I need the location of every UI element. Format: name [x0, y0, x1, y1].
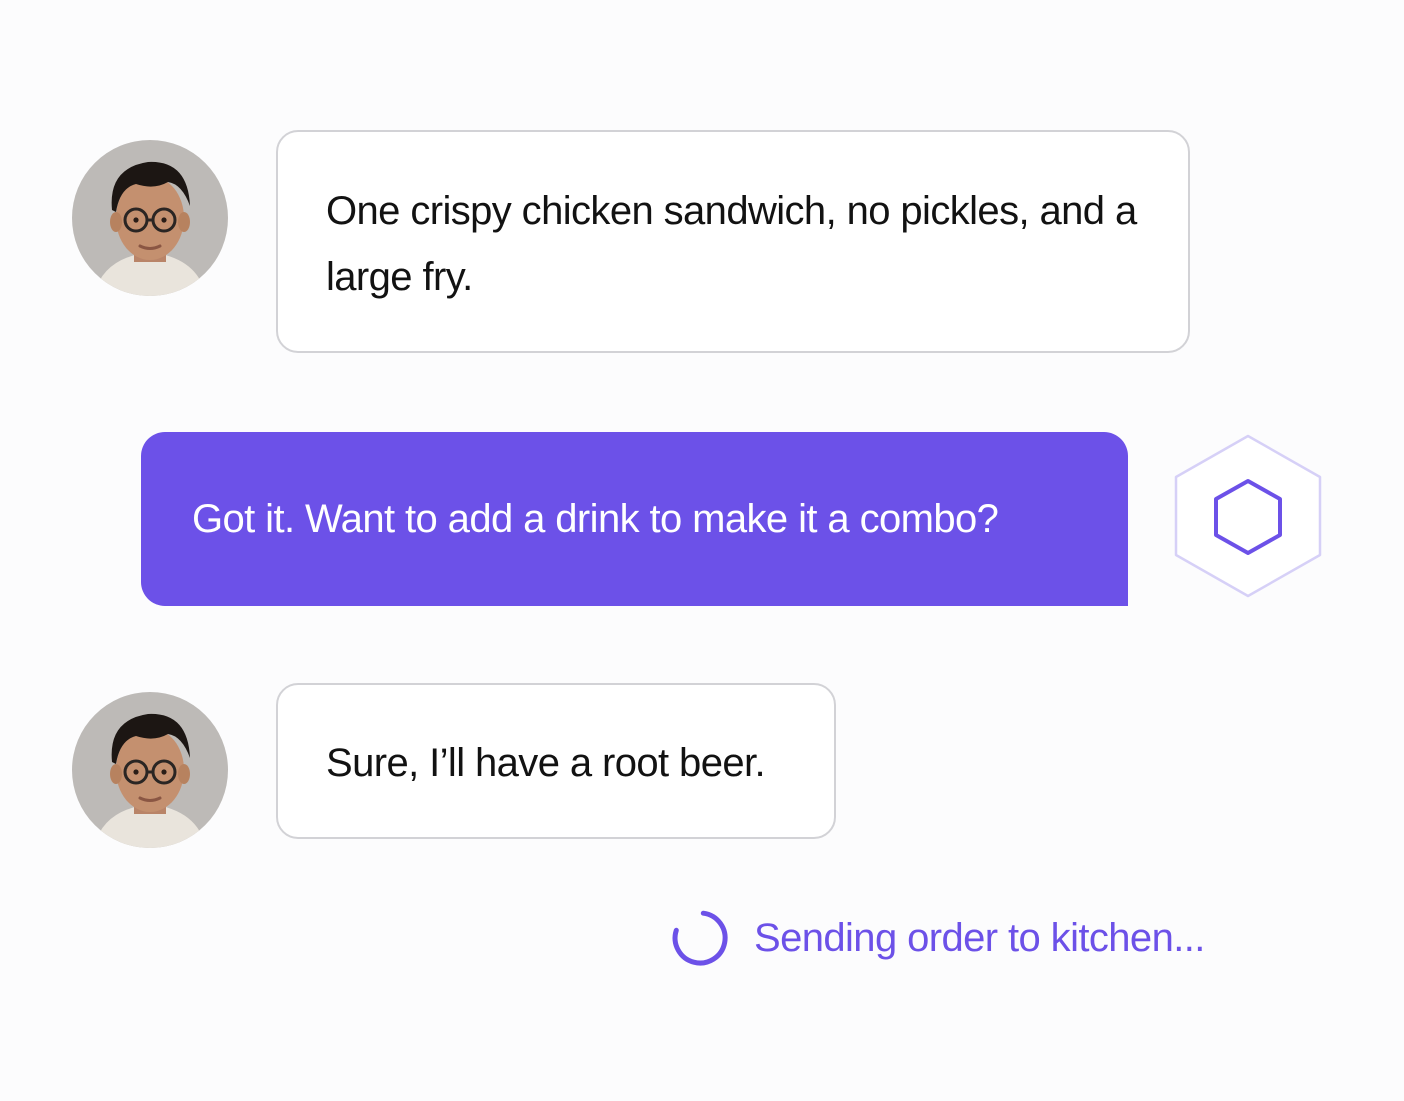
- message-text: One crispy chicken sandwich, no pickles,…: [326, 189, 1137, 299]
- customer-portrait: [72, 692, 228, 848]
- assistant-message-bubble: Got it. Want to add a drink to make it a…: [141, 432, 1128, 606]
- loading-spinner-icon: [672, 910, 728, 966]
- customer-message-bubble: One crispy chicken sandwich, no pickles,…: [276, 130, 1190, 353]
- customer-avatar: [72, 140, 228, 296]
- assistant-avatar: [1174, 434, 1322, 598]
- chat-screen: { "conversation": { "messages": [ {"send…: [0, 0, 1404, 1101]
- hexagon-icon: [1174, 434, 1322, 598]
- customer-portrait: [72, 140, 228, 296]
- order-status: Sending order to kitchen...: [668, 906, 1205, 970]
- message-text: Got it. Want to add a drink to make it a…: [192, 497, 999, 541]
- customer-message-bubble: Sure, I’ll have a root beer.: [276, 683, 836, 839]
- status-text: Sending order to kitchen...: [754, 915, 1205, 960]
- customer-avatar: [72, 692, 228, 848]
- message-text: Sure, I’ll have a root beer.: [326, 741, 766, 785]
